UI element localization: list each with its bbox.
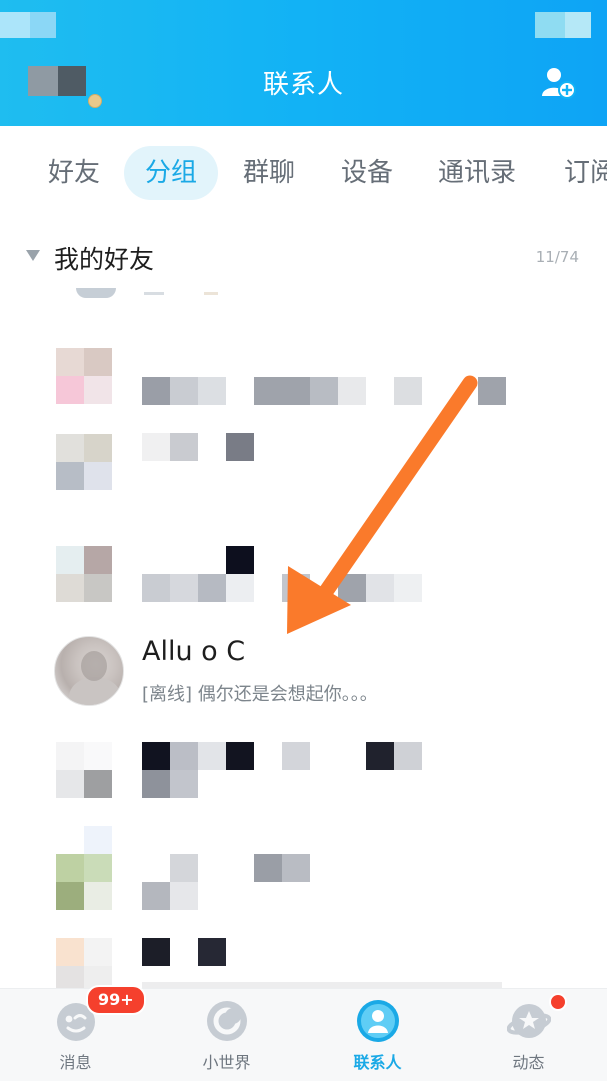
- group-title: 我的好友: [54, 245, 155, 274]
- contact-tabs: 好友 分组 群聊 设备 通讯录 订阅: [0, 146, 607, 202]
- tab-group-chats[interactable]: 群聊: [243, 146, 295, 200]
- page-title: 联系人: [262, 70, 344, 100]
- tab-groups[interactable]: 分组: [145, 146, 197, 200]
- unread-badge: 99+: [86, 985, 146, 1015]
- status-bar-left-obscured: [0, 12, 56, 38]
- nav-label: 联系人: [353, 1053, 402, 1072]
- contacts-icon: [356, 999, 400, 1043]
- nav-contacts[interactable]: 联系人: [302, 989, 453, 1081]
- nav-label: 动态: [512, 1053, 545, 1072]
- status-bar-right-obscured: [535, 12, 591, 38]
- contact-name: Allu o C: [142, 636, 246, 667]
- add-contact-icon[interactable]: [540, 66, 578, 100]
- list-item-partial: [56, 288, 236, 300]
- planet-star-icon: [506, 999, 551, 1043]
- top-header: 联系人: [0, 0, 607, 126]
- tab-address-book[interactable]: 通讯录: [438, 146, 516, 200]
- tab-subscriptions[interactable]: 订阅: [564, 146, 607, 200]
- small-world-icon: [205, 999, 249, 1043]
- nav-label: 消息: [59, 1053, 92, 1072]
- nav-messages[interactable]: 99+ 消息: [0, 985, 151, 1081]
- tab-friends[interactable]: 好友: [48, 146, 100, 200]
- bottom-navigation: 99+ 消息 小世界 联系人 动态: [0, 985, 607, 1081]
- nav-small-world[interactable]: 小世界: [151, 989, 302, 1081]
- nav-moments[interactable]: 动态: [453, 989, 604, 1081]
- tab-devices[interactable]: 设备: [341, 146, 393, 200]
- friend-group-header[interactable]: 我的好友 11/74: [0, 236, 607, 280]
- collapse-triangle-icon: [26, 250, 40, 261]
- contact-status-text: [离线] 偶尔还是会想起你。。。: [142, 684, 378, 705]
- notification-dot: [549, 993, 567, 1011]
- nav-label: 小世界: [202, 1053, 251, 1072]
- contact-avatar: [54, 636, 124, 706]
- group-online-count: 11/74: [535, 248, 579, 266]
